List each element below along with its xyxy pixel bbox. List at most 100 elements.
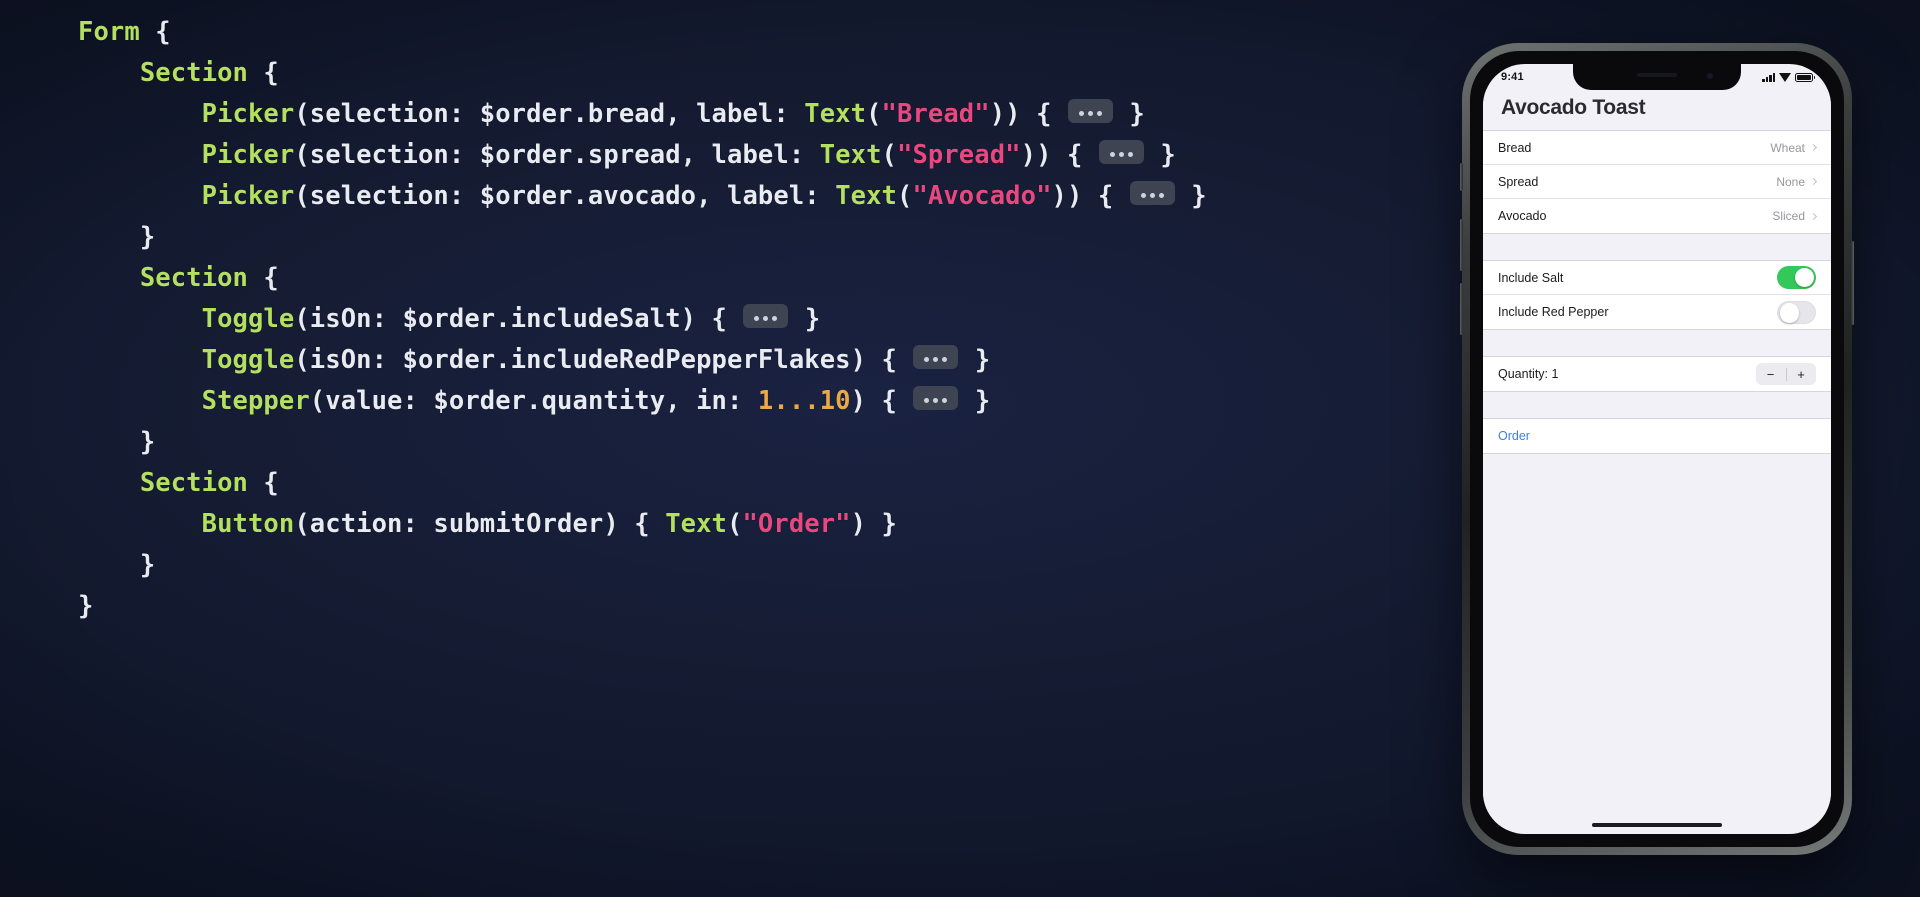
code-line: Button(action: submitOrder) { Text("Orde… [78, 504, 1198, 545]
code-token-plain: } [1113, 99, 1145, 129]
order-button-label[interactable]: Order [1498, 429, 1530, 443]
collapsed-code-chip[interactable] [1067, 99, 1113, 123]
code-token-plain: (isOn: $order.includeSalt) { [294, 304, 743, 334]
code-token-plain: ( [897, 181, 913, 211]
form-row-label: Include Salt [1498, 270, 1564, 285]
code-token-plain: )) { [989, 99, 1067, 129]
status-time: 9:41 [1501, 71, 1524, 83]
form-section-toggles: Include Salt Include Red Pepper [1483, 260, 1831, 330]
code-token-plain: { [247, 263, 279, 293]
toggle-knob [1794, 267, 1815, 288]
code-token-num: 1...10 [757, 386, 851, 416]
settings-form-list[interactable]: Bread Wheat Spread None Avocado Sliced Include… [1483, 130, 1831, 830]
code-token-type: Button [201, 509, 295, 539]
chevron-right-icon [1809, 143, 1818, 152]
code-token-plain: (selection: $order.bread, label: [294, 99, 805, 129]
section-separator [1483, 392, 1831, 418]
form-row[interactable]: Order [1483, 419, 1831, 453]
code-token-plain: } [139, 427, 156, 457]
collapsed-code-chip[interactable] [913, 386, 959, 410]
code-token-plain: (selection: $order.spread, label: [294, 140, 820, 170]
code-token-plain: ) } [850, 509, 897, 539]
form-section-action: Order [1483, 418, 1831, 454]
phone-screen: 9:41 Avocado Toast Bread Wheat Spread No… [1483, 64, 1831, 834]
silent-switch[interactable] [1460, 163, 1463, 191]
code-token-plain: ( [881, 140, 897, 170]
form-row-label: Avocado [1498, 209, 1547, 223]
form-row-label: Spread [1498, 174, 1539, 189]
quantity-stepper[interactable]: − + [1755, 363, 1816, 385]
navigation-bar: Avocado Toast [1483, 90, 1831, 130]
form-row-accessory: None [1776, 174, 1818, 189]
code-line: Section { [78, 463, 1198, 504]
form-row-accessory: Wheat [1770, 141, 1818, 155]
battery-icon [1795, 72, 1815, 82]
toggle-switch[interactable] [1777, 300, 1816, 324]
section-separator [1483, 330, 1831, 356]
code-token-plain: { [247, 58, 279, 88]
chevron-right-icon [1809, 177, 1818, 186]
picker-selected-value: Sliced [1772, 209, 1805, 223]
iphone-mockup: 9:41 Avocado Toast Bread Wheat Spread No… [1460, 43, 1854, 855]
home-indicator[interactable] [1592, 823, 1722, 827]
form-row-label: Quantity: 1 [1498, 367, 1559, 381]
code-token-type: Section [139, 58, 248, 88]
code-token-type: Stepper [201, 386, 310, 416]
stepper-increment-button[interactable]: + [1786, 363, 1816, 385]
code-token-plain: (isOn: $order.includeRedPepperFlakes) { [294, 345, 913, 375]
code-token-plain: } [139, 222, 156, 252]
collapsed-code-chip[interactable] [1098, 140, 1144, 164]
form-section-stepper: Quantity: 1 − + [1483, 356, 1831, 392]
collapsed-code-chip[interactable] [743, 304, 789, 328]
code-token-plain: )) { [1051, 181, 1129, 211]
code-token-type: Toggle [201, 304, 295, 334]
form-row[interactable]: Bread Wheat [1483, 131, 1831, 165]
form-row[interactable]: Include Salt [1483, 261, 1831, 295]
form-row-label: Include Red Pepper [1498, 305, 1609, 319]
code-line: } [78, 422, 1198, 463]
form-row-label: Bread [1498, 140, 1532, 155]
form-row[interactable]: Include Red Pepper [1483, 295, 1831, 329]
code-token-plain: } [789, 304, 821, 334]
status-bar: 9:41 [1483, 64, 1831, 90]
form-row[interactable]: Quantity: 1 − + [1483, 357, 1831, 391]
code-token-plain: } [1175, 181, 1207, 211]
code-token-plain: } [959, 386, 991, 416]
volume-down-button[interactable] [1460, 283, 1463, 335]
code-line: Picker(selection: $order.bread, label: T… [78, 94, 1198, 135]
code-line: } [78, 217, 1198, 258]
code-line: Toggle(isOn: $order.includeRedPepperFlak… [78, 340, 1198, 381]
code-token-plain: (value: $order.quantity, in: [309, 386, 758, 416]
picker-selected-value: None [1776, 174, 1805, 189]
code-line: } [78, 586, 1198, 627]
toggle-switch[interactable] [1777, 266, 1816, 289]
volume-up-button[interactable] [1460, 219, 1463, 271]
form-row[interactable]: Avocado Sliced [1483, 199, 1831, 233]
collapsed-code-chip[interactable] [1129, 181, 1175, 205]
form-row-accessory: Sliced [1772, 209, 1818, 223]
swift-code-block: Form { Section { Picker(selection: $orde… [78, 12, 1207, 627]
form-row[interactable]: Spread None [1483, 165, 1831, 199]
code-line: Picker(selection: $order.spread, label: … [78, 135, 1198, 176]
code-token-plain: )) { [1020, 140, 1098, 170]
code-token-type: Text [665, 509, 728, 539]
code-token-type: Section [139, 263, 248, 293]
power-button[interactable] [1851, 241, 1854, 325]
code-line: Section { [78, 53, 1198, 94]
wifi-icon [1779, 72, 1791, 82]
code-line: } [78, 545, 1198, 586]
stepper-decrement-button[interactable]: − [1756, 363, 1786, 385]
code-token-type: Text [804, 99, 867, 129]
code-token-type: Text [835, 181, 897, 211]
collapsed-code-chip[interactable] [913, 345, 959, 369]
code-token-str: "Spread" [897, 140, 1021, 170]
